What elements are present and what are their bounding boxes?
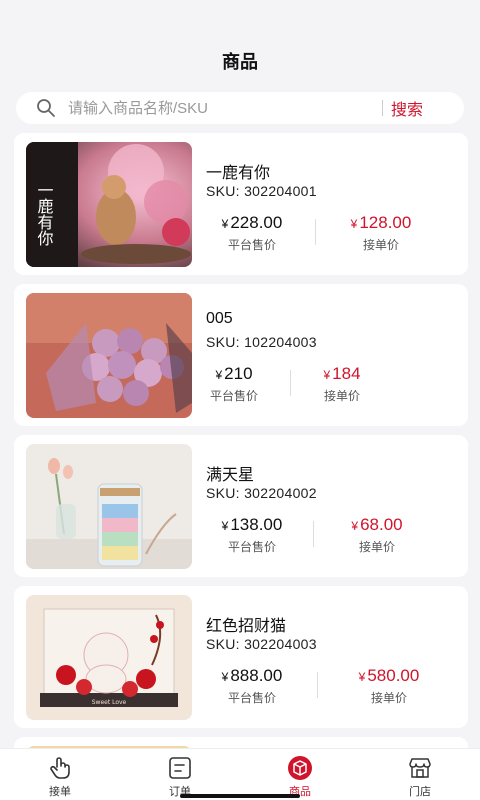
order-price: ¥580.00 接单价 <box>344 666 434 706</box>
currency-symbol: ¥ <box>351 519 359 533</box>
tab-label: 门店 <box>409 786 431 798</box>
tab-accept-orders[interactable]: 接单 <box>0 749 120 800</box>
store-icon <box>407 755 433 781</box>
order-price-label: 接单价 <box>370 691 407 705</box>
platform-price: ¥888.00 平台售价 <box>206 666 298 706</box>
product-image: 一鹿有你 <box>26 142 192 267</box>
product-box-icon <box>287 755 313 781</box>
price-divider <box>313 521 314 547</box>
tab-store[interactable]: 门店 <box>360 749 480 800</box>
product-name: 005 <box>206 310 233 327</box>
platform-price-value: 210 <box>224 364 253 383</box>
platform-price-value: 228.00 <box>230 213 283 232</box>
search-button[interactable]: 搜索 <box>391 96 423 120</box>
product-card[interactable]: 满天星 SKU: 302204002 ¥138.00 平台售价 ¥68.00 接… <box>14 435 468 577</box>
order-price: ¥184 接单价 <box>316 364 368 404</box>
product-sku: SKU: 302204003 <box>206 636 317 652</box>
search-icon <box>36 98 56 118</box>
image-overlay-text: Sweet Love <box>92 699 127 706</box>
product-sku: SKU: 102204003 <box>206 334 317 350</box>
order-price-label: 接单价 <box>323 389 360 403</box>
product-sku: SKU: 302204002 <box>206 485 317 501</box>
tab-label: 接单 <box>49 786 71 798</box>
platform-price-value: 138.00 <box>230 515 283 534</box>
price-divider <box>317 672 318 698</box>
platform-price: ¥138.00 平台售价 <box>206 515 298 555</box>
price-divider <box>290 370 291 396</box>
order-price-value: 184 <box>332 364 361 383</box>
search-input[interactable] <box>68 99 368 117</box>
currency-symbol: ¥ <box>215 368 223 382</box>
platform-price: ¥228.00 平台售价 <box>206 213 298 253</box>
currency-symbol: ¥ <box>221 670 229 684</box>
image-overlay-text: 一鹿有你 <box>35 182 54 246</box>
header: 商品 <box>0 0 480 90</box>
product-sku: SKU: 302204001 <box>206 183 317 199</box>
product-list: 一鹿有你 一鹿有你 SKU: 302204001 ¥228.00 平台售价 ¥1… <box>14 133 468 800</box>
platform-price-label: 平台售价 <box>227 238 276 252</box>
page-title: 商品 <box>222 52 258 72</box>
product-name: 红色招财猫 <box>206 618 287 635</box>
order-list-icon <box>167 755 193 781</box>
product-card[interactable]: 005 SKU: 102204003 ¥210 平台售价 ¥184 接单价 <box>14 284 468 426</box>
order-price-label: 接单价 <box>358 540 395 554</box>
currency-symbol: ¥ <box>350 217 358 231</box>
product-image <box>26 444 192 569</box>
price-divider <box>315 219 316 245</box>
order-price-value: 128.00 <box>359 213 412 232</box>
currency-symbol: ¥ <box>358 670 366 684</box>
home-indicator <box>180 794 300 798</box>
platform-price: ¥210 平台售价 <box>206 364 262 404</box>
currency-symbol: ¥ <box>323 368 331 382</box>
order-price: ¥128.00 接单价 <box>340 213 422 253</box>
order-price-label: 接单价 <box>362 238 399 252</box>
tab-products[interactable]: 商品 <box>240 749 360 800</box>
product-image: Sweet Love <box>26 595 192 720</box>
platform-price-label: 平台售价 <box>227 691 276 705</box>
product-name: 一鹿有你 <box>206 165 271 182</box>
currency-symbol: ¥ <box>221 519 229 533</box>
order-price: ¥68.00 接单价 <box>338 515 416 555</box>
product-image <box>26 293 192 418</box>
product-card[interactable]: 一鹿有你 一鹿有你 SKU: 302204001 ¥228.00 平台售价 ¥1… <box>14 133 468 275</box>
platform-price-value: 888.00 <box>230 666 283 685</box>
bottom-tab-bar: 接单 订单 商品 门店 <box>0 748 480 800</box>
product-name: 满天星 <box>206 467 255 484</box>
search-divider <box>382 100 383 116</box>
currency-symbol: ¥ <box>221 217 229 231</box>
search-bar: 搜索 <box>16 92 464 124</box>
product-card[interactable]: Sweet Love 红色招财猫 SKU: 302204003 ¥888.00 … <box>14 586 468 728</box>
order-price-value: 580.00 <box>367 666 420 685</box>
hand-pointer-icon <box>47 755 73 781</box>
platform-price-label: 平台售价 <box>227 540 276 554</box>
order-price-value: 68.00 <box>360 515 403 534</box>
tab-orders[interactable]: 订单 <box>120 749 240 800</box>
platform-price-label: 平台售价 <box>209 389 258 403</box>
